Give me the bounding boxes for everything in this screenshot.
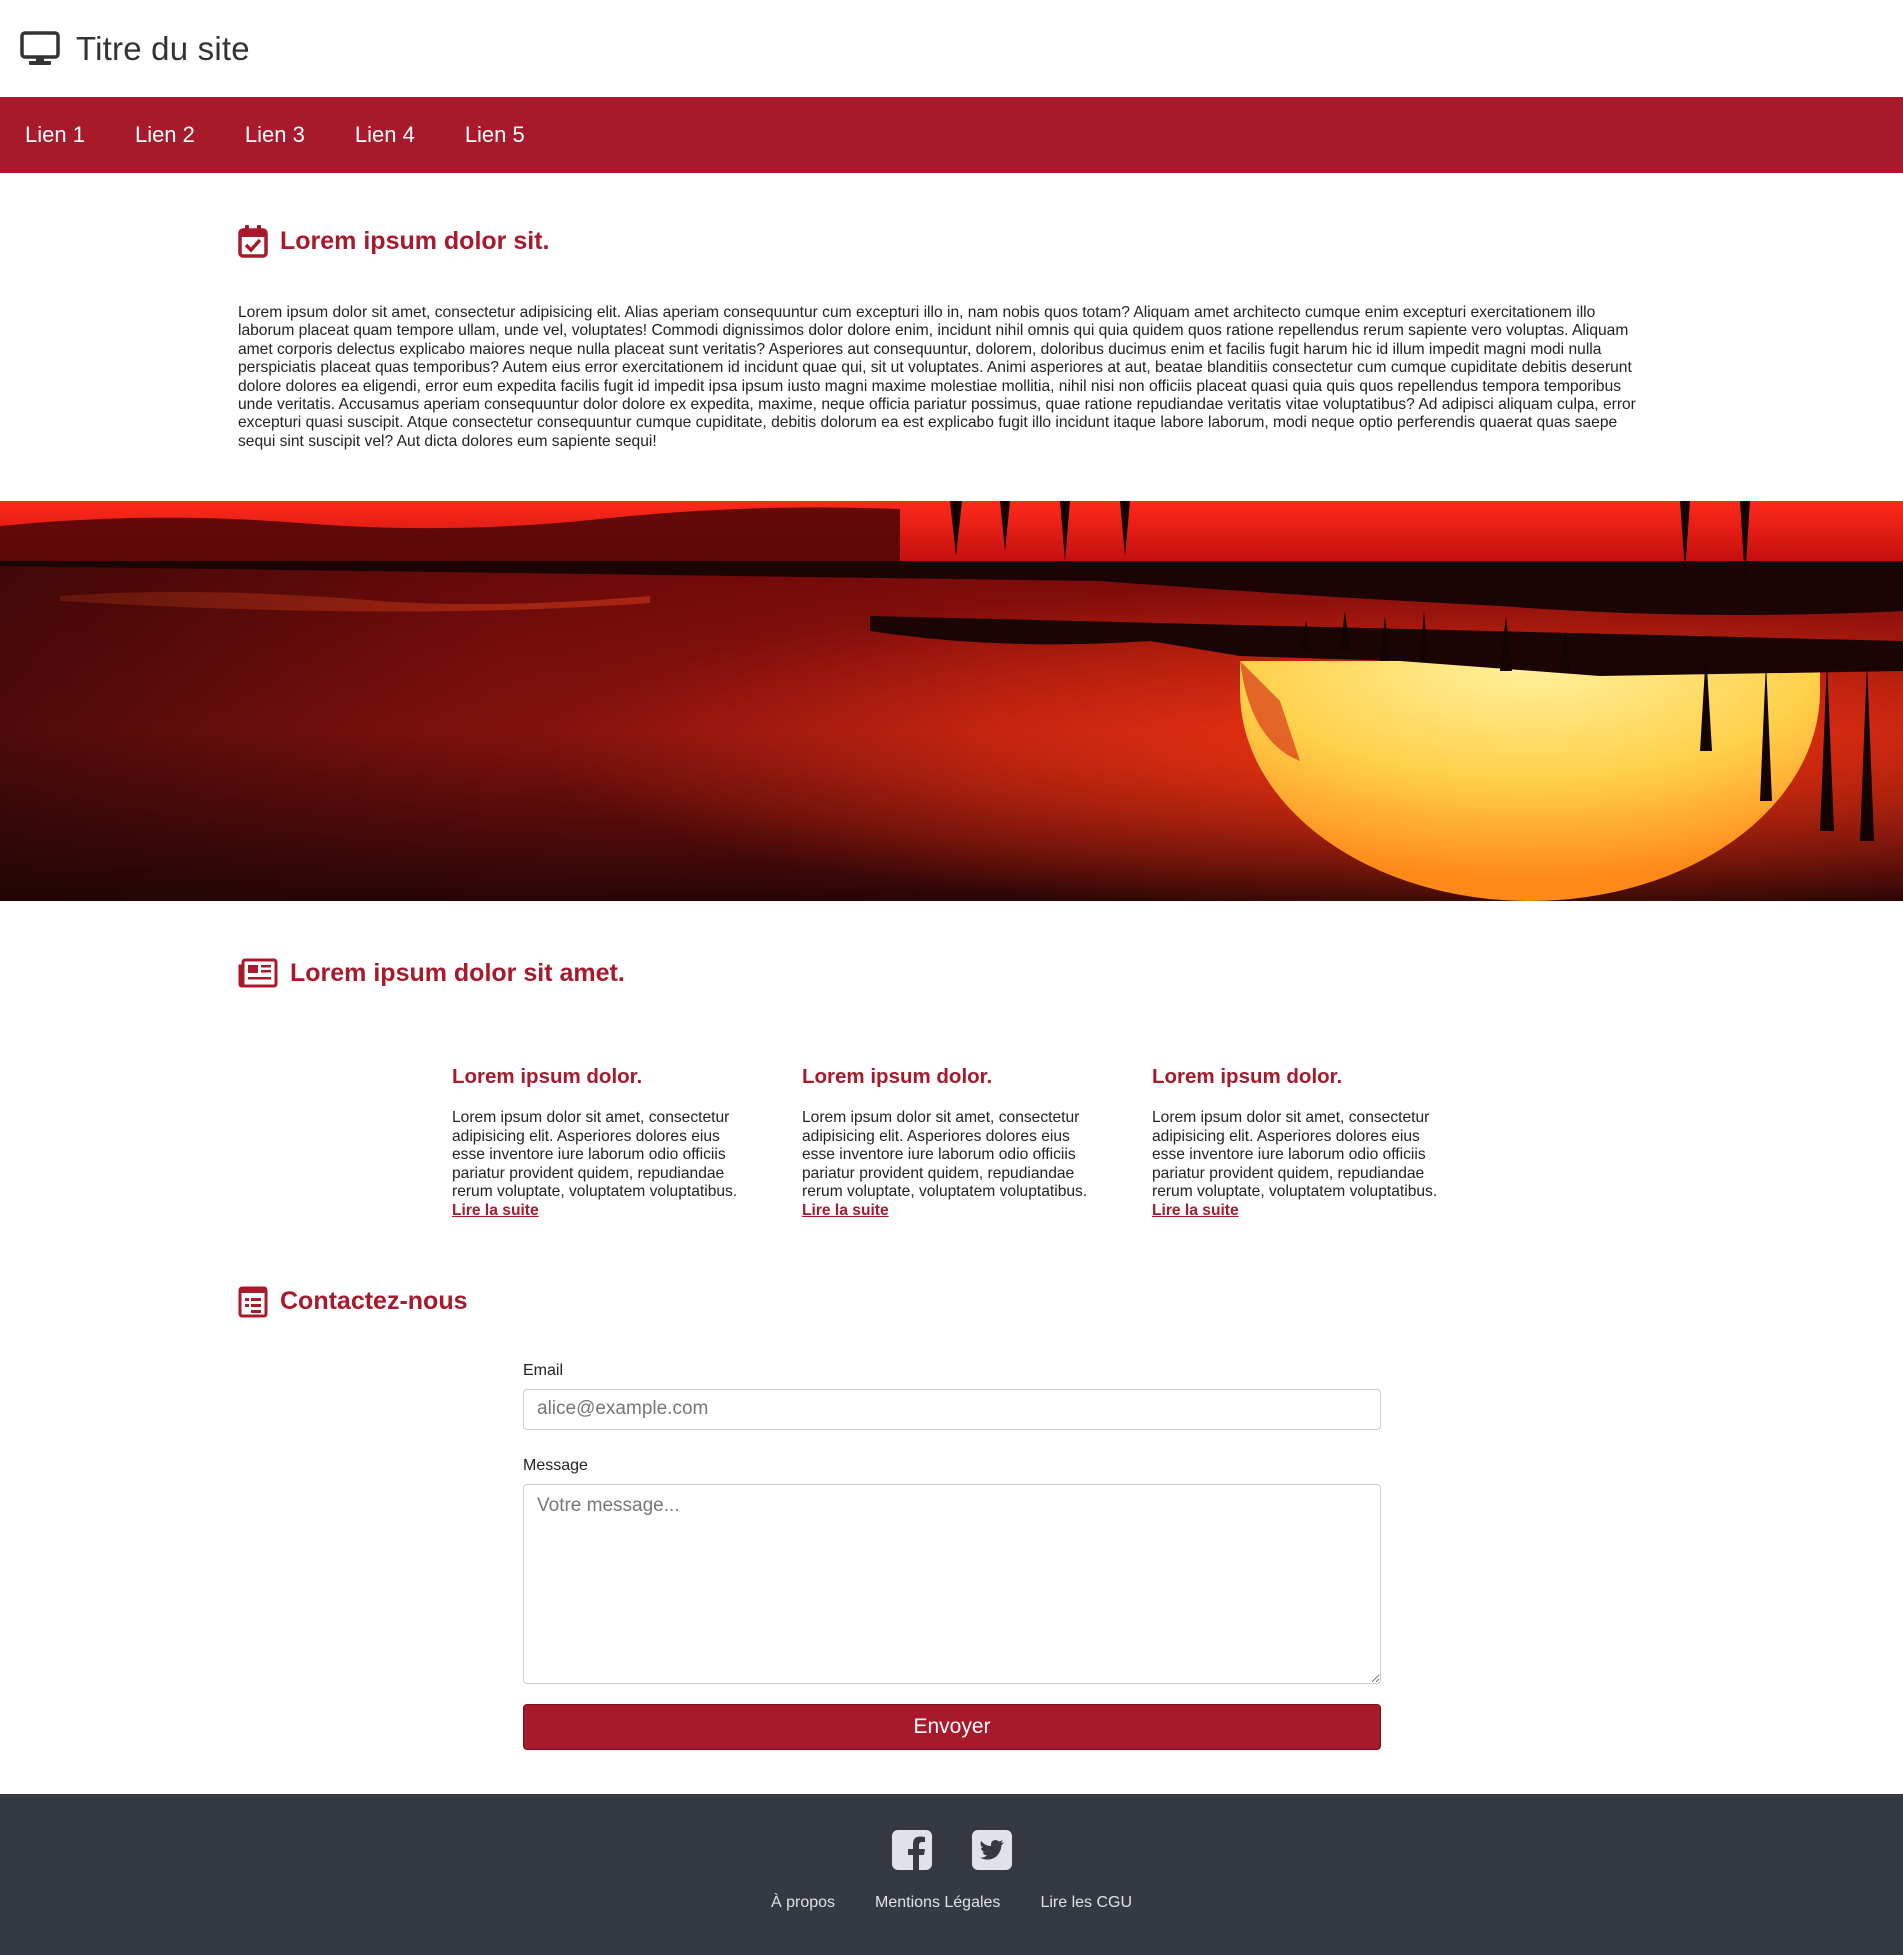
news-section: Lorem ipsum dolor sit amet. Lorem ipsum … (0, 901, 1903, 1220)
sunset-landscape-image (0, 501, 1903, 902)
banner-image (0, 501, 1903, 902)
calendar-check-icon (238, 225, 268, 258)
article-text: Lorem ipsum dolor sit amet, consectetur … (452, 1109, 738, 1201)
contact-form: Email Message Envoyer (523, 1362, 1381, 1750)
footer-links: À propos Mentions Légales Lire les CGU (0, 1894, 1903, 1912)
nav-link-5[interactable]: Lien 5 (440, 122, 550, 148)
intro-text: Lorem ipsum dolor sit amet, consectetur … (238, 304, 1636, 450)
main-nav: Lien 1 Lien 2 Lien 3 Lien 4 Lien 5 (0, 97, 1903, 173)
contact-section: Contactez-nous Email Message Envoyer (0, 1220, 1903, 1750)
read-more-link[interactable]: Lire la suite (802, 1202, 889, 1219)
site-footer: À propos Mentions Légales Lire les CGU (0, 1794, 1903, 1955)
message-label: Message (523, 1456, 588, 1474)
article-title: Lorem ipsum dolor. (452, 1065, 643, 1089)
site-header: Titre du site (0, 0, 1903, 97)
intro-section: Lorem ipsum dolor sit. Lorem ipsum dolor… (0, 173, 1903, 451)
facebook-icon[interactable] (891, 1829, 933, 1871)
contact-heading: Contactez-nous (238, 1282, 1665, 1322)
social-links (0, 1829, 1903, 1871)
news-heading: Lorem ipsum dolor sit amet. (238, 953, 1665, 993)
site-title: Titre du site (76, 29, 250, 67)
nav-link-3[interactable]: Lien 3 (220, 122, 330, 148)
read-more-link[interactable]: Lire la suite (1152, 1202, 1239, 1219)
article-title: Lorem ipsum dolor. (802, 1065, 993, 1089)
article-title: Lorem ipsum dolor. (1152, 1065, 1343, 1089)
article-text: Lorem ipsum dolor sit amet, consectetur … (1152, 1109, 1438, 1201)
footer-link-about[interactable]: À propos (771, 1894, 835, 1912)
read-more-link[interactable]: Lire la suite (452, 1202, 539, 1219)
contact-title: Contactez-nous (280, 1287, 468, 1316)
news-article: Lorem ipsum dolor. Lorem ipsum dolor sit… (1152, 1065, 1452, 1220)
news-columns: Lorem ipsum dolor. Lorem ipsum dolor sit… (238, 1065, 1665, 1220)
contact-form-icon (238, 1286, 268, 1318)
intro-heading: Lorem ipsum dolor sit. (238, 221, 1665, 261)
nav-link-2[interactable]: Lien 2 (110, 122, 220, 148)
send-button[interactable]: Envoyer (523, 1703, 1381, 1750)
email-label: Email (523, 1361, 564, 1379)
news-title: Lorem ipsum dolor sit amet. (290, 958, 625, 987)
intro-title: Lorem ipsum dolor sit. (280, 226, 550, 255)
news-article: Lorem ipsum dolor. Lorem ipsum dolor sit… (452, 1065, 752, 1220)
email-field[interactable] (523, 1388, 1381, 1430)
news-article: Lorem ipsum dolor. Lorem ipsum dolor sit… (802, 1065, 1102, 1220)
nav-link-4[interactable]: Lien 4 (330, 122, 440, 148)
message-field[interactable] (523, 1483, 1381, 1684)
desktop-monitor-icon (20, 30, 60, 65)
article-text: Lorem ipsum dolor sit amet, consectetur … (802, 1109, 1088, 1201)
newspaper-icon (238, 958, 278, 988)
footer-link-legal[interactable]: Mentions Légales (875, 1894, 1000, 1912)
twitter-icon[interactable] (971, 1829, 1013, 1871)
nav-link-1[interactable]: Lien 1 (0, 122, 110, 148)
footer-link-cgu[interactable]: Lire les CGU (1040, 1894, 1132, 1912)
